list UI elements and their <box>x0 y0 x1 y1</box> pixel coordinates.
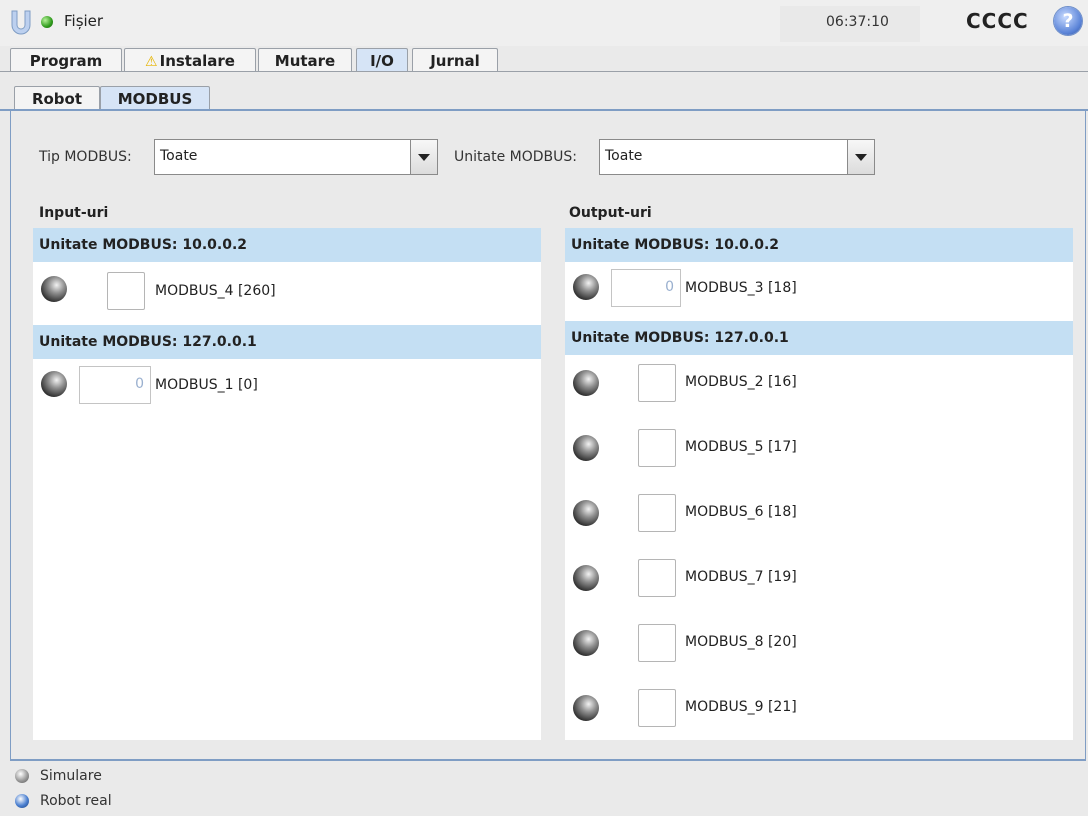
simulation-radio-icon[interactable] <box>15 769 29 783</box>
signal-name: MODBUS_7 [19] <box>685 569 797 585</box>
output-unit-header: Unitate MODBUS: 10.0.0.2 <box>565 228 1073 262</box>
signal-name: MODBUS_6 [18] <box>685 504 797 520</box>
help-icon[interactable]: ? <box>1054 7 1082 35</box>
file-menu[interactable]: Fișier <box>64 12 103 30</box>
signal-name: MODBUS_5 [17] <box>685 439 797 455</box>
signal-led-icon <box>41 371 67 397</box>
modbus-unit-label: Unitate MODBUS: <box>454 149 577 165</box>
output-checkbox[interactable] <box>638 494 676 532</box>
tab-instalare[interactable]: ⚠ Instalare <box>124 48 256 72</box>
signal-led-icon <box>573 370 599 396</box>
real-robot-label[interactable]: Robot real <box>40 793 112 809</box>
signal-name: MODBUS_9 [21] <box>685 699 797 715</box>
signal-led-icon <box>573 435 599 461</box>
modbus-type-dropdown[interactable]: Toate <box>154 139 438 175</box>
status-indicator-icon <box>41 16 53 28</box>
inputs-panel: Unitate MODBUS: 10.0.0.2 MODBUS_4 [260] … <box>33 228 541 740</box>
modbus-panel: Tip MODBUS: Toate Unitate MODBUS: Toate … <box>10 111 1086 761</box>
chevron-down-icon[interactable] <box>410 140 437 174</box>
modbus-type-label: Tip MODBUS: <box>39 149 132 165</box>
subtab-robot[interactable]: Robot <box>14 86 100 110</box>
output-checkbox[interactable] <box>638 559 676 597</box>
signal-name: MODBUS_8 [20] <box>685 634 797 650</box>
modbus-type-value: Toate <box>160 148 198 164</box>
output-unit-header: Unitate MODBUS: 127.0.0.1 <box>565 321 1073 355</box>
outputs-panel: Unitate MODBUS: 10.0.0.2 0 MODBUS_3 [18]… <box>565 228 1073 740</box>
outputs-title: Output-uri <box>569 205 652 221</box>
tab-mutare[interactable]: Mutare <box>258 48 352 72</box>
inputs-title: Input-uri <box>39 205 109 221</box>
input-unit-header: Unitate MODBUS: 127.0.0.1 <box>33 325 541 359</box>
signal-led-icon <box>41 276 67 302</box>
subtab-modbus[interactable]: MODBUS <box>100 86 210 110</box>
output-checkbox[interactable] <box>638 624 676 662</box>
output-checkbox[interactable] <box>638 429 676 467</box>
output-register-field[interactable]: 0 <box>611 269 681 307</box>
tab-jurnal[interactable]: Jurnal <box>412 48 498 72</box>
chevron-down-icon[interactable] <box>847 140 874 174</box>
signal-led-icon <box>573 274 599 300</box>
warning-icon: ⚠ <box>145 54 158 70</box>
signal-led-icon <box>573 630 599 656</box>
clock: 06:37:10 <box>826 14 889 30</box>
modbus-unit-value: Toate <box>605 148 643 164</box>
tab-io[interactable]: I/O <box>356 48 408 72</box>
universal-robots-logo-icon <box>11 10 31 35</box>
robot-name: CCCC <box>966 9 1029 33</box>
signal-led-icon <box>573 695 599 721</box>
signal-led-icon <box>573 500 599 526</box>
input-checkbox[interactable] <box>107 272 145 310</box>
real-robot-radio-icon[interactable] <box>15 794 29 808</box>
signal-name: MODBUS_4 [260] <box>155 283 276 299</box>
input-unit-header: Unitate MODBUS: 10.0.0.2 <box>33 228 541 262</box>
modbus-unit-dropdown[interactable]: Toate <box>599 139 875 175</box>
input-register-field[interactable]: 0 <box>79 366 151 404</box>
simulation-label[interactable]: Simulare <box>40 768 102 784</box>
output-checkbox[interactable] <box>638 689 676 727</box>
signal-name: MODBUS_2 [16] <box>685 374 797 390</box>
signal-name: MODBUS_3 [18] <box>685 280 797 296</box>
signal-led-icon <box>573 565 599 591</box>
top-bar: Fișier 06:37:10 CCCC ? <box>0 0 1088 46</box>
tab-program[interactable]: Program <box>10 48 122 72</box>
output-checkbox[interactable] <box>638 364 676 402</box>
signal-name: MODBUS_1 [0] <box>155 377 258 393</box>
tab-divider <box>0 71 1088 72</box>
